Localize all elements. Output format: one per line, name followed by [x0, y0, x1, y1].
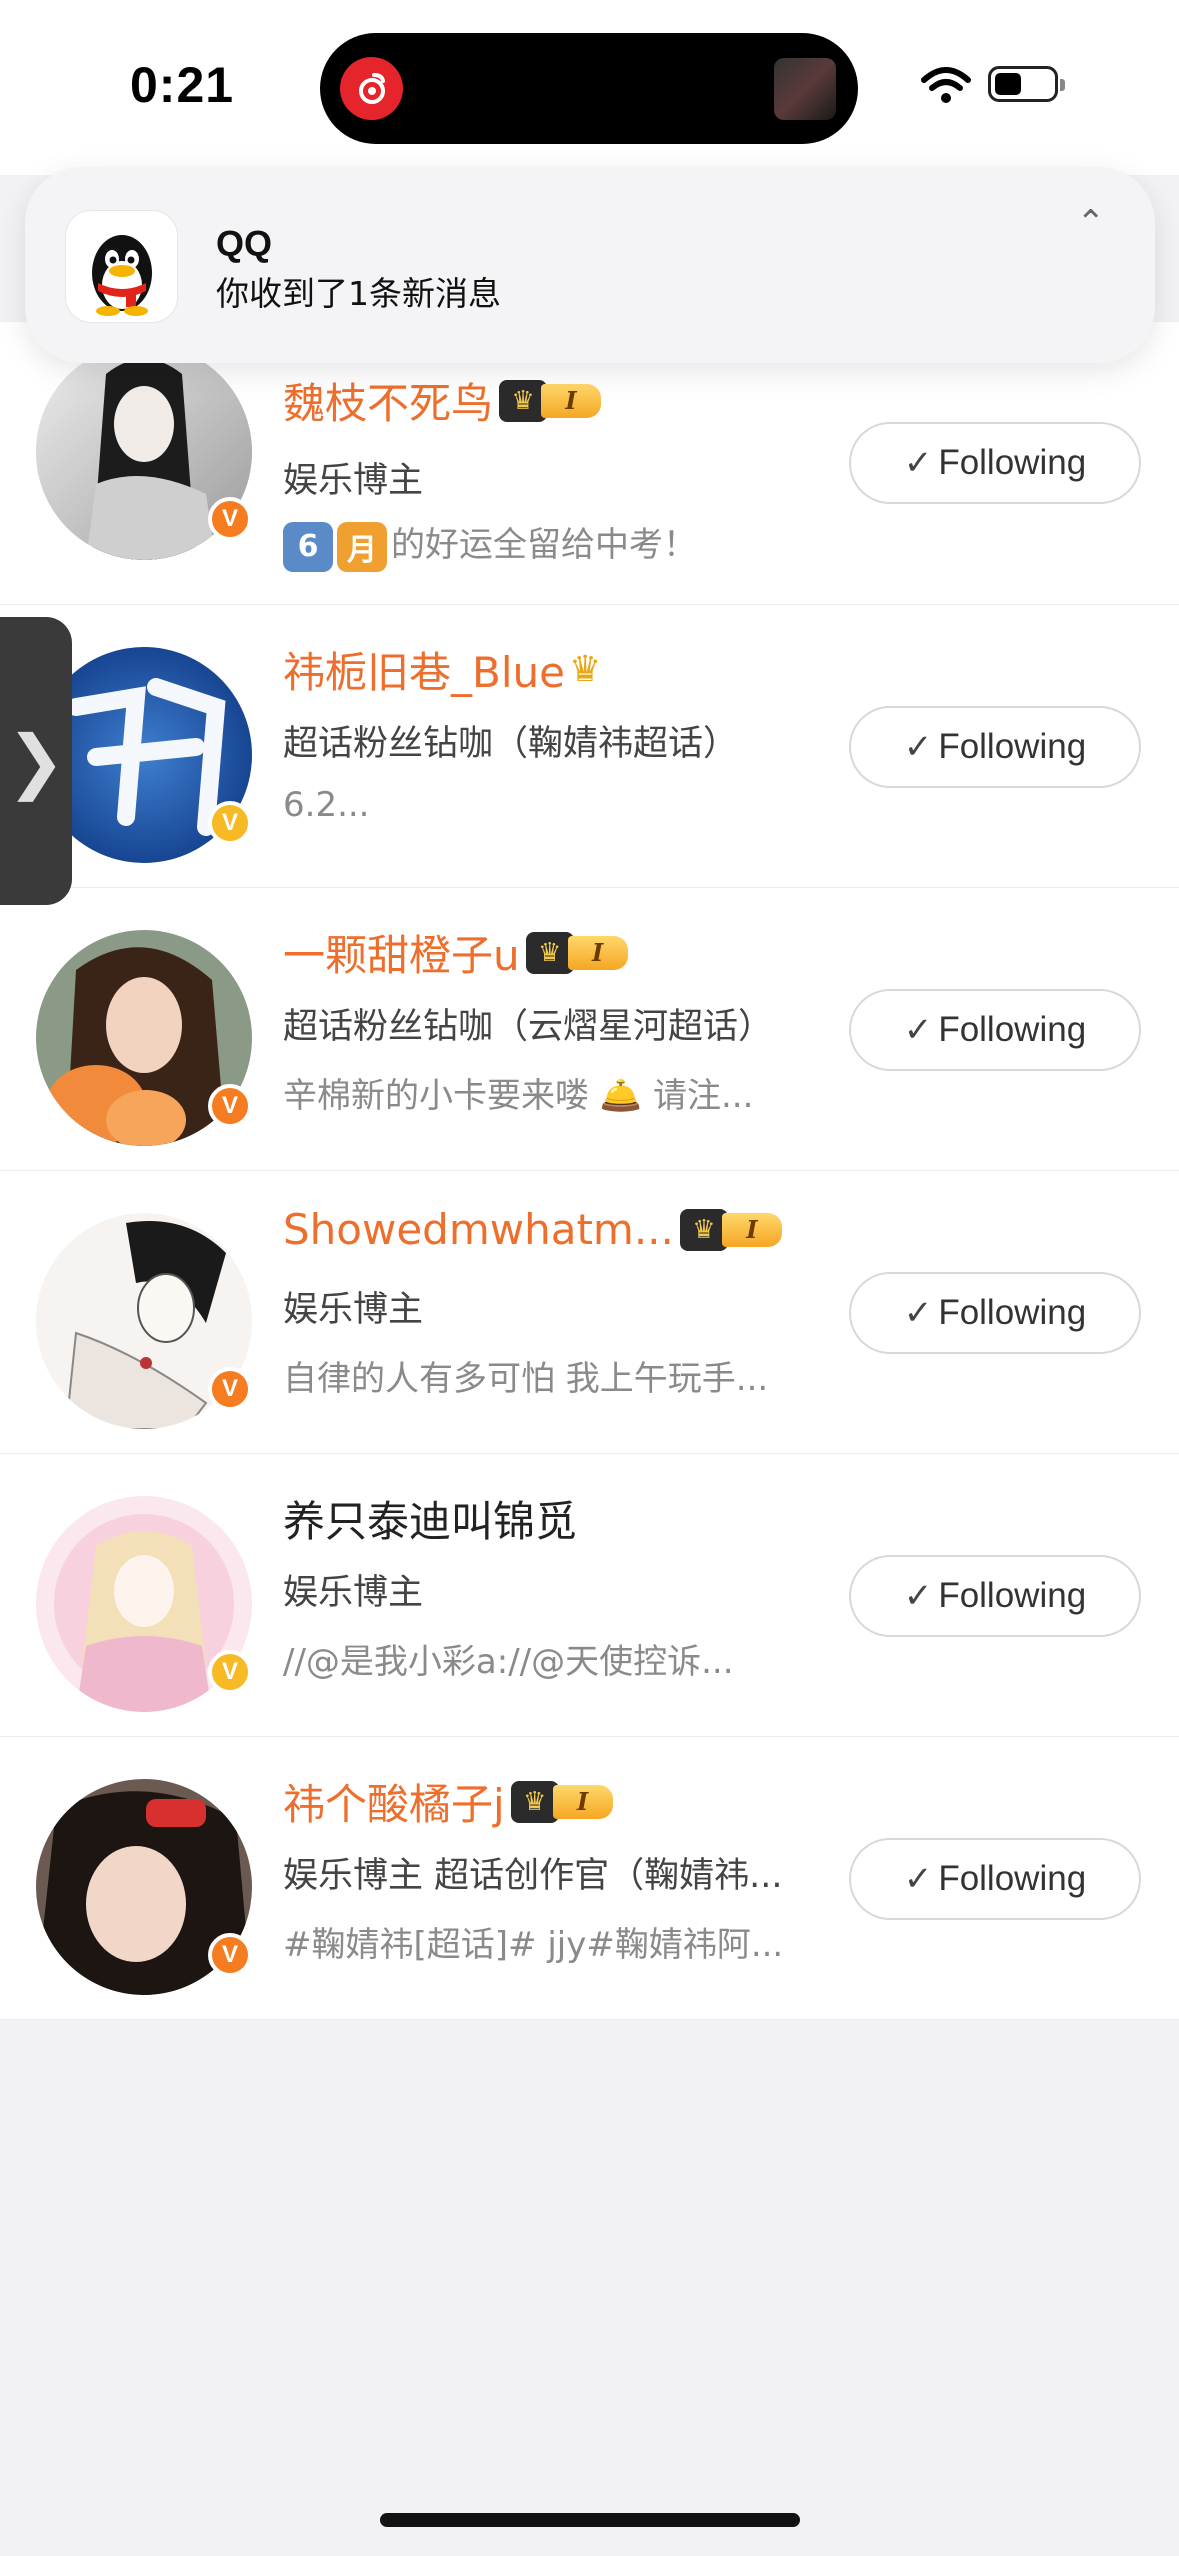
vip-crown-icon: ♛ I — [510, 1780, 613, 1824]
user-description: 超话粉丝钻咖（云熠星河超话） — [283, 1007, 774, 1047]
verified-badge-icon: V — [208, 1933, 252, 1977]
list-item[interactable]: V 一颗甜橙子u ♛ I 超话粉丝钻咖（云熠星河超话） 辛棉新的小卡要来喽 🛎️ … — [0, 888, 1179, 1171]
latest-post: #鞠婧祎[超话]# jjy#鞠婧祎阿... — [283, 1925, 784, 1965]
check-icon: ✓ — [903, 1860, 933, 1898]
list-item[interactable]: V 魏枝不死鸟 ♛ I 娱乐博主 6 月的好运全留给中考！ ✓ Following — [0, 322, 1179, 605]
collapse-chevron-icon[interactable]: ⌃ — [1077, 203, 1106, 243]
list-item[interactable]: V 祎个酸橘子j ♛ I 娱乐博主 超话创作官（鞠婧祎... #鞠婧祎[超话]# … — [0, 1737, 1179, 2020]
wifi-icon — [920, 66, 972, 110]
latest-post: //@是我小彩a://@天使控诉... — [283, 1642, 734, 1682]
user-name[interactable]: 养只泰迪叫锦觅 — [283, 1488, 577, 1549]
vip-crown-icon: ♛ I — [499, 379, 602, 423]
list-item[interactable]: V 祎栀旧巷_Blue ♛ 超话粉丝钻咖（鞠婧祎超话） 6.2... ✓ Foll… — [0, 605, 1179, 888]
check-icon: ✓ — [903, 444, 933, 482]
user-description: 娱乐博主 — [283, 1290, 424, 1330]
user-name[interactable]: Showedmwhatm... ♛ I — [283, 1205, 782, 1254]
album-art-icon — [774, 58, 836, 120]
side-drawer-handle[interactable]: ❯ — [0, 617, 72, 905]
list-item[interactable]: V Showedmwhatm... ♛ I 娱乐博主 自律的人有多可怕 我上午玩手… — [0, 1171, 1179, 1454]
latest-post: 自律的人有多可怕 我上午玩手... — [283, 1359, 769, 1399]
latest-post: 6 月的好运全留给中考！ — [283, 517, 697, 572]
check-icon: ✓ — [903, 728, 933, 766]
following-button[interactable]: ✓ Following — [849, 989, 1141, 1071]
user-description: 娱乐博主 — [283, 461, 424, 501]
verified-badge-icon: V — [208, 1650, 252, 1694]
check-icon: ✓ — [903, 1294, 933, 1332]
following-button[interactable]: ✓ Following — [849, 706, 1141, 788]
user-description: 超话粉丝钻咖（鞠婧祎超话） — [283, 724, 739, 764]
notification-message: 你收到了1条新消息 — [216, 274, 501, 313]
latest-post: 6.2... — [283, 785, 370, 825]
following-button[interactable]: ✓ Following — [849, 1838, 1141, 1920]
latest-post: 辛棉新的小卡要来喽 🛎️ 请注... — [283, 1076, 754, 1116]
user-name[interactable]: 魏枝不死鸟 ♛ I — [283, 370, 602, 431]
check-icon: ✓ — [903, 1577, 933, 1615]
user-description: 娱乐博主 超话创作官（鞠婧祎... — [283, 1856, 783, 1896]
qq-app-icon — [65, 210, 178, 323]
status-time: 0:21 — [130, 57, 235, 113]
battery-icon — [988, 66, 1065, 102]
following-button[interactable]: ✓ Following — [849, 1555, 1141, 1637]
verified-badge-icon: V — [208, 801, 252, 845]
music-app-icon — [340, 57, 403, 120]
gold-crown-icon: ♛ — [568, 649, 602, 690]
following-list: V 魏枝不死鸟 ♛ I 娱乐博主 6 月的好运全留给中考！ ✓ Following V… — [0, 322, 1179, 2020]
verified-badge-icon: V — [208, 497, 252, 541]
check-icon: ✓ — [903, 1011, 933, 1049]
user-name[interactable]: 祎个酸橘子j ♛ I — [283, 1771, 613, 1832]
following-button[interactable]: ✓ Following — [849, 422, 1141, 504]
notification-banner[interactable]: QQ 你收到了1条新消息 ⌃ — [25, 167, 1155, 363]
status-bar: 0:21 — [0, 0, 1179, 175]
vip-crown-icon: ♛ I — [679, 1208, 782, 1252]
chevron-right-icon: ❯ — [6, 720, 66, 802]
dynamic-island[interactable] — [320, 33, 858, 144]
following-button[interactable]: ✓ Following — [849, 1272, 1141, 1354]
user-name[interactable]: 一颗甜橙子u ♛ I — [283, 922, 628, 983]
user-name[interactable]: 祎栀旧巷_Blue ♛ — [283, 639, 601, 700]
verified-badge-icon: V — [208, 1084, 252, 1128]
verified-badge-icon: V — [208, 1367, 252, 1411]
home-indicator[interactable] — [380, 2513, 800, 2527]
notification-title: QQ — [216, 223, 273, 264]
list-item[interactable]: V 养只泰迪叫锦觅 娱乐博主 //@是我小彩a://@天使控诉... ✓ Foll… — [0, 1454, 1179, 1737]
vip-crown-icon: ♛ I — [525, 931, 628, 975]
user-description: 娱乐博主 — [283, 1573, 424, 1613]
